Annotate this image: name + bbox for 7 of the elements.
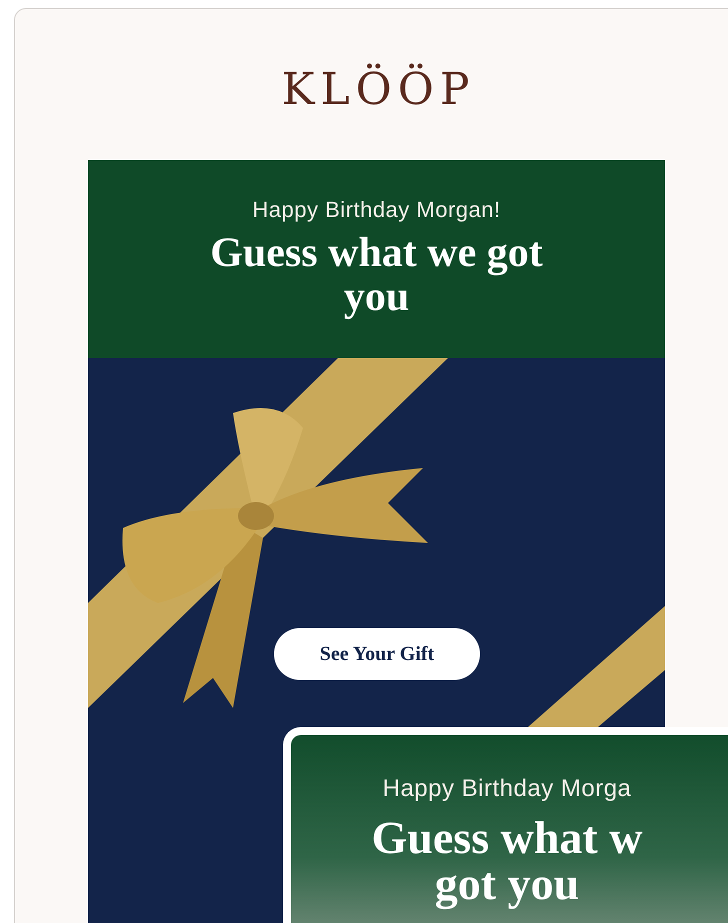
headline: Guess what we got you	[209, 231, 544, 319]
greeting-text: Happy Birthday Morgan!	[252, 197, 501, 223]
greeting-text: Happy Birthday Morga	[382, 775, 632, 803]
headline-line: Guess what w	[372, 815, 642, 861]
brand-logo: KLÖÖP	[282, 65, 476, 115]
headline-line: got you	[434, 861, 580, 907]
see-gift-button[interactable]: See Your Gift	[274, 628, 480, 680]
